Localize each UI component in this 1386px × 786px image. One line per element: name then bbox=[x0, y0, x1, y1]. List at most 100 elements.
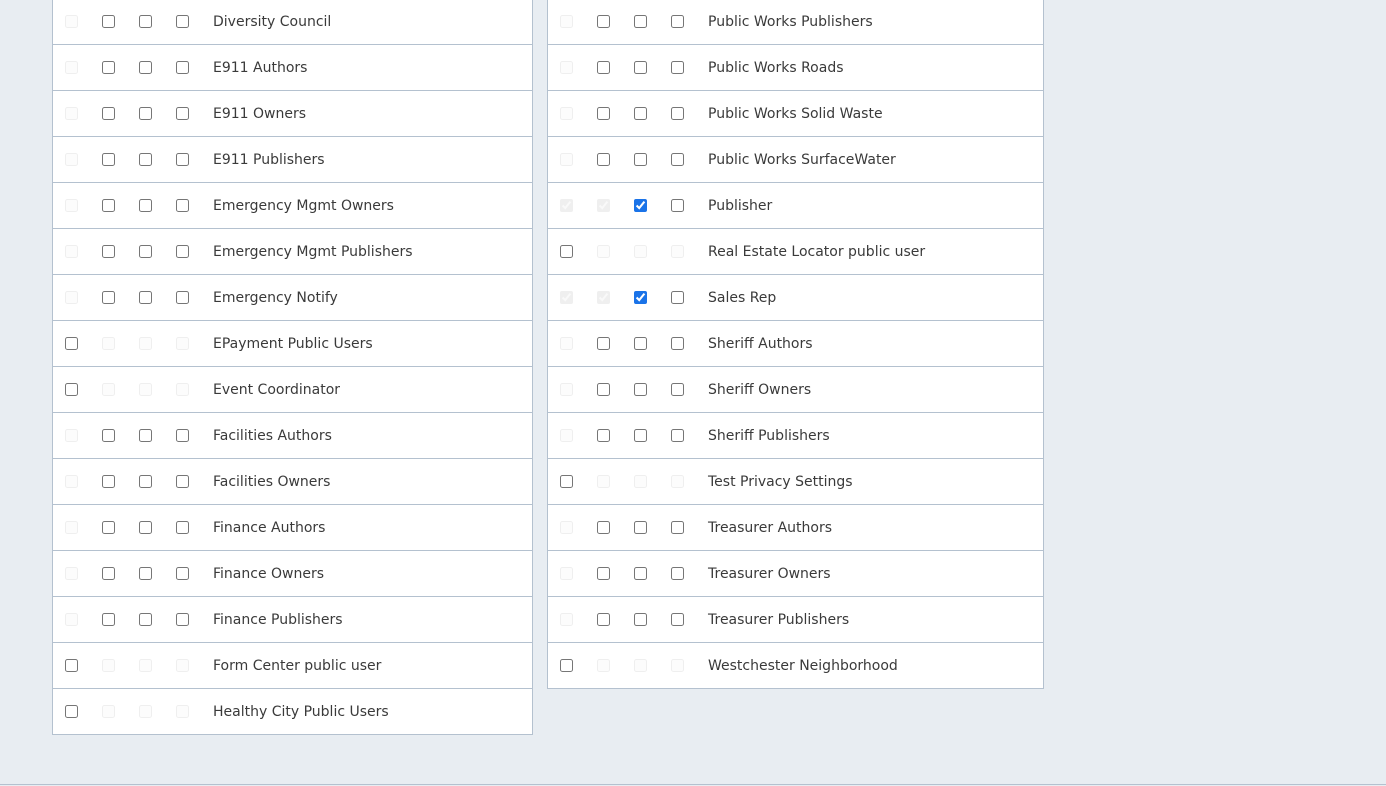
permission-col-4-checkbox[interactable] bbox=[671, 566, 684, 580]
permission-col-3-checkbox[interactable] bbox=[139, 520, 152, 534]
permission-col-2-checkbox[interactable] bbox=[102, 474, 115, 488]
permission-col-1-checkbox bbox=[65, 290, 78, 304]
permission-col-4-checkbox[interactable] bbox=[176, 106, 189, 120]
permission-col-4-checkbox[interactable] bbox=[671, 60, 684, 74]
permission-col-3-checkbox[interactable] bbox=[634, 428, 647, 442]
permission-col-2-checkbox[interactable] bbox=[597, 566, 610, 580]
table-row-diversity-council: Diversity Council bbox=[53, 0, 532, 44]
permission-col-2-checkbox[interactable] bbox=[597, 14, 610, 28]
permission-col-2-checkbox[interactable] bbox=[597, 60, 610, 74]
permission-col-4-checkbox[interactable] bbox=[671, 198, 684, 212]
permission-col-3-checkbox[interactable] bbox=[139, 198, 152, 212]
permission-col-1-checkbox bbox=[560, 60, 573, 74]
row-label: Test Privacy Settings bbox=[708, 473, 853, 490]
permission-col-4-checkbox[interactable] bbox=[176, 520, 189, 534]
permission-col-2-checkbox[interactable] bbox=[597, 382, 610, 396]
permission-col-4-checkbox[interactable] bbox=[176, 60, 189, 74]
permission-col-4-checkbox[interactable] bbox=[671, 106, 684, 120]
permission-col-2-checkbox[interactable] bbox=[597, 106, 610, 120]
permission-col-4-checkbox[interactable] bbox=[176, 198, 189, 212]
permission-col-3-checkbox[interactable] bbox=[634, 60, 647, 74]
permission-col-4-checkbox[interactable] bbox=[671, 520, 684, 534]
row-label: Healthy City Public Users bbox=[213, 703, 389, 720]
permission-col-1-checkbox bbox=[560, 152, 573, 166]
permission-col-4-checkbox[interactable] bbox=[671, 14, 684, 28]
permission-col-2-checkbox bbox=[597, 244, 610, 258]
permission-col-3-checkbox[interactable] bbox=[139, 106, 152, 120]
permission-col-1-checkbox[interactable] bbox=[560, 244, 573, 258]
permission-col-4-checkbox[interactable] bbox=[671, 612, 684, 626]
permission-col-4-checkbox[interactable] bbox=[671, 290, 684, 304]
permission-col-2-checkbox[interactable] bbox=[102, 244, 115, 258]
table-row-treasurer-owners: Treasurer Owners bbox=[548, 550, 1043, 596]
permission-col-3-checkbox[interactable] bbox=[634, 336, 647, 350]
permission-col-4-checkbox bbox=[671, 244, 684, 258]
permission-col-2-checkbox[interactable] bbox=[102, 520, 115, 534]
permission-col-3-checkbox[interactable] bbox=[139, 474, 152, 488]
permission-col-2-checkbox[interactable] bbox=[102, 428, 115, 442]
permission-col-3-checkbox[interactable] bbox=[634, 520, 647, 534]
permission-col-3-checkbox[interactable] bbox=[139, 244, 152, 258]
permission-col-2-checkbox[interactable] bbox=[102, 566, 115, 580]
permission-col-1-checkbox[interactable] bbox=[65, 382, 78, 396]
permission-col-3-checkbox[interactable] bbox=[139, 60, 152, 74]
permission-col-2-checkbox[interactable] bbox=[102, 106, 115, 120]
permission-col-3-checkbox[interactable] bbox=[139, 612, 152, 626]
permission-col-2-checkbox[interactable] bbox=[102, 152, 115, 166]
table-row-e911-owners: E911 Owners bbox=[53, 90, 532, 136]
permission-col-3-checkbox[interactable] bbox=[634, 106, 647, 120]
permission-col-3-checkbox[interactable] bbox=[139, 14, 152, 28]
permission-col-2-checkbox[interactable] bbox=[102, 14, 115, 28]
table-row-sheriff-publishers: Sheriff Publishers bbox=[548, 412, 1043, 458]
permission-col-3-checkbox[interactable] bbox=[139, 152, 152, 166]
table-row-emergency-notify: Emergency Notify bbox=[53, 274, 532, 320]
row-label: Public Works Roads bbox=[708, 59, 844, 76]
permission-col-4-checkbox[interactable] bbox=[176, 612, 189, 626]
permission-col-4-checkbox[interactable] bbox=[671, 336, 684, 350]
permission-col-4-checkbox[interactable] bbox=[176, 474, 189, 488]
permission-col-2-checkbox[interactable] bbox=[102, 612, 115, 626]
permission-col-4-checkbox[interactable] bbox=[176, 566, 189, 580]
permission-col-1-checkbox[interactable] bbox=[560, 474, 573, 488]
table-row-sheriff-authors: Sheriff Authors bbox=[548, 320, 1043, 366]
permission-col-4-checkbox[interactable] bbox=[176, 244, 189, 258]
permission-col-4-checkbox[interactable] bbox=[176, 152, 189, 166]
permission-col-3-checkbox[interactable] bbox=[634, 382, 647, 396]
permission-col-1-checkbox[interactable] bbox=[65, 336, 78, 350]
permission-col-2-checkbox[interactable] bbox=[102, 290, 115, 304]
permission-col-3-checkbox[interactable] bbox=[634, 152, 647, 166]
permission-col-2-checkbox[interactable] bbox=[102, 60, 115, 74]
permission-col-1-checkbox bbox=[560, 336, 573, 350]
permission-col-4-checkbox[interactable] bbox=[176, 290, 189, 304]
permission-col-2-checkbox[interactable] bbox=[597, 336, 610, 350]
permission-col-1-checkbox bbox=[65, 474, 78, 488]
permission-col-1-checkbox[interactable] bbox=[560, 658, 573, 672]
permission-col-1-checkbox bbox=[560, 566, 573, 580]
permission-col-3-checkbox[interactable] bbox=[634, 198, 647, 212]
permission-col-3-checkbox[interactable] bbox=[139, 428, 152, 442]
permission-col-4-checkbox[interactable] bbox=[671, 382, 684, 396]
permission-col-3-checkbox[interactable] bbox=[634, 290, 647, 304]
permission-col-3-checkbox[interactable] bbox=[634, 14, 647, 28]
permission-col-2-checkbox[interactable] bbox=[597, 612, 610, 626]
permission-col-1-checkbox[interactable] bbox=[65, 658, 78, 672]
permission-col-2-checkbox[interactable] bbox=[597, 152, 610, 166]
row-label: Facilities Authors bbox=[213, 427, 332, 444]
permission-col-3-checkbox[interactable] bbox=[634, 566, 647, 580]
row-label: E911 Authors bbox=[213, 59, 308, 76]
permission-col-4-checkbox[interactable] bbox=[176, 14, 189, 28]
permission-col-3-checkbox[interactable] bbox=[634, 612, 647, 626]
permission-col-2-checkbox[interactable] bbox=[597, 520, 610, 534]
permission-col-1-checkbox[interactable] bbox=[65, 704, 78, 718]
permission-col-4-checkbox[interactable] bbox=[671, 152, 684, 166]
row-label: Public Works SurfaceWater bbox=[708, 151, 896, 168]
permission-col-2-checkbox[interactable] bbox=[102, 198, 115, 212]
permission-col-2-checkbox[interactable] bbox=[597, 428, 610, 442]
permission-col-4-checkbox[interactable] bbox=[176, 428, 189, 442]
row-label: Emergency Notify bbox=[213, 289, 338, 306]
permission-col-4-checkbox bbox=[671, 658, 684, 672]
permission-col-3-checkbox[interactable] bbox=[139, 566, 152, 580]
permission-col-4-checkbox[interactable] bbox=[671, 428, 684, 442]
permission-col-3-checkbox[interactable] bbox=[139, 290, 152, 304]
permission-col-2-checkbox bbox=[597, 290, 610, 304]
